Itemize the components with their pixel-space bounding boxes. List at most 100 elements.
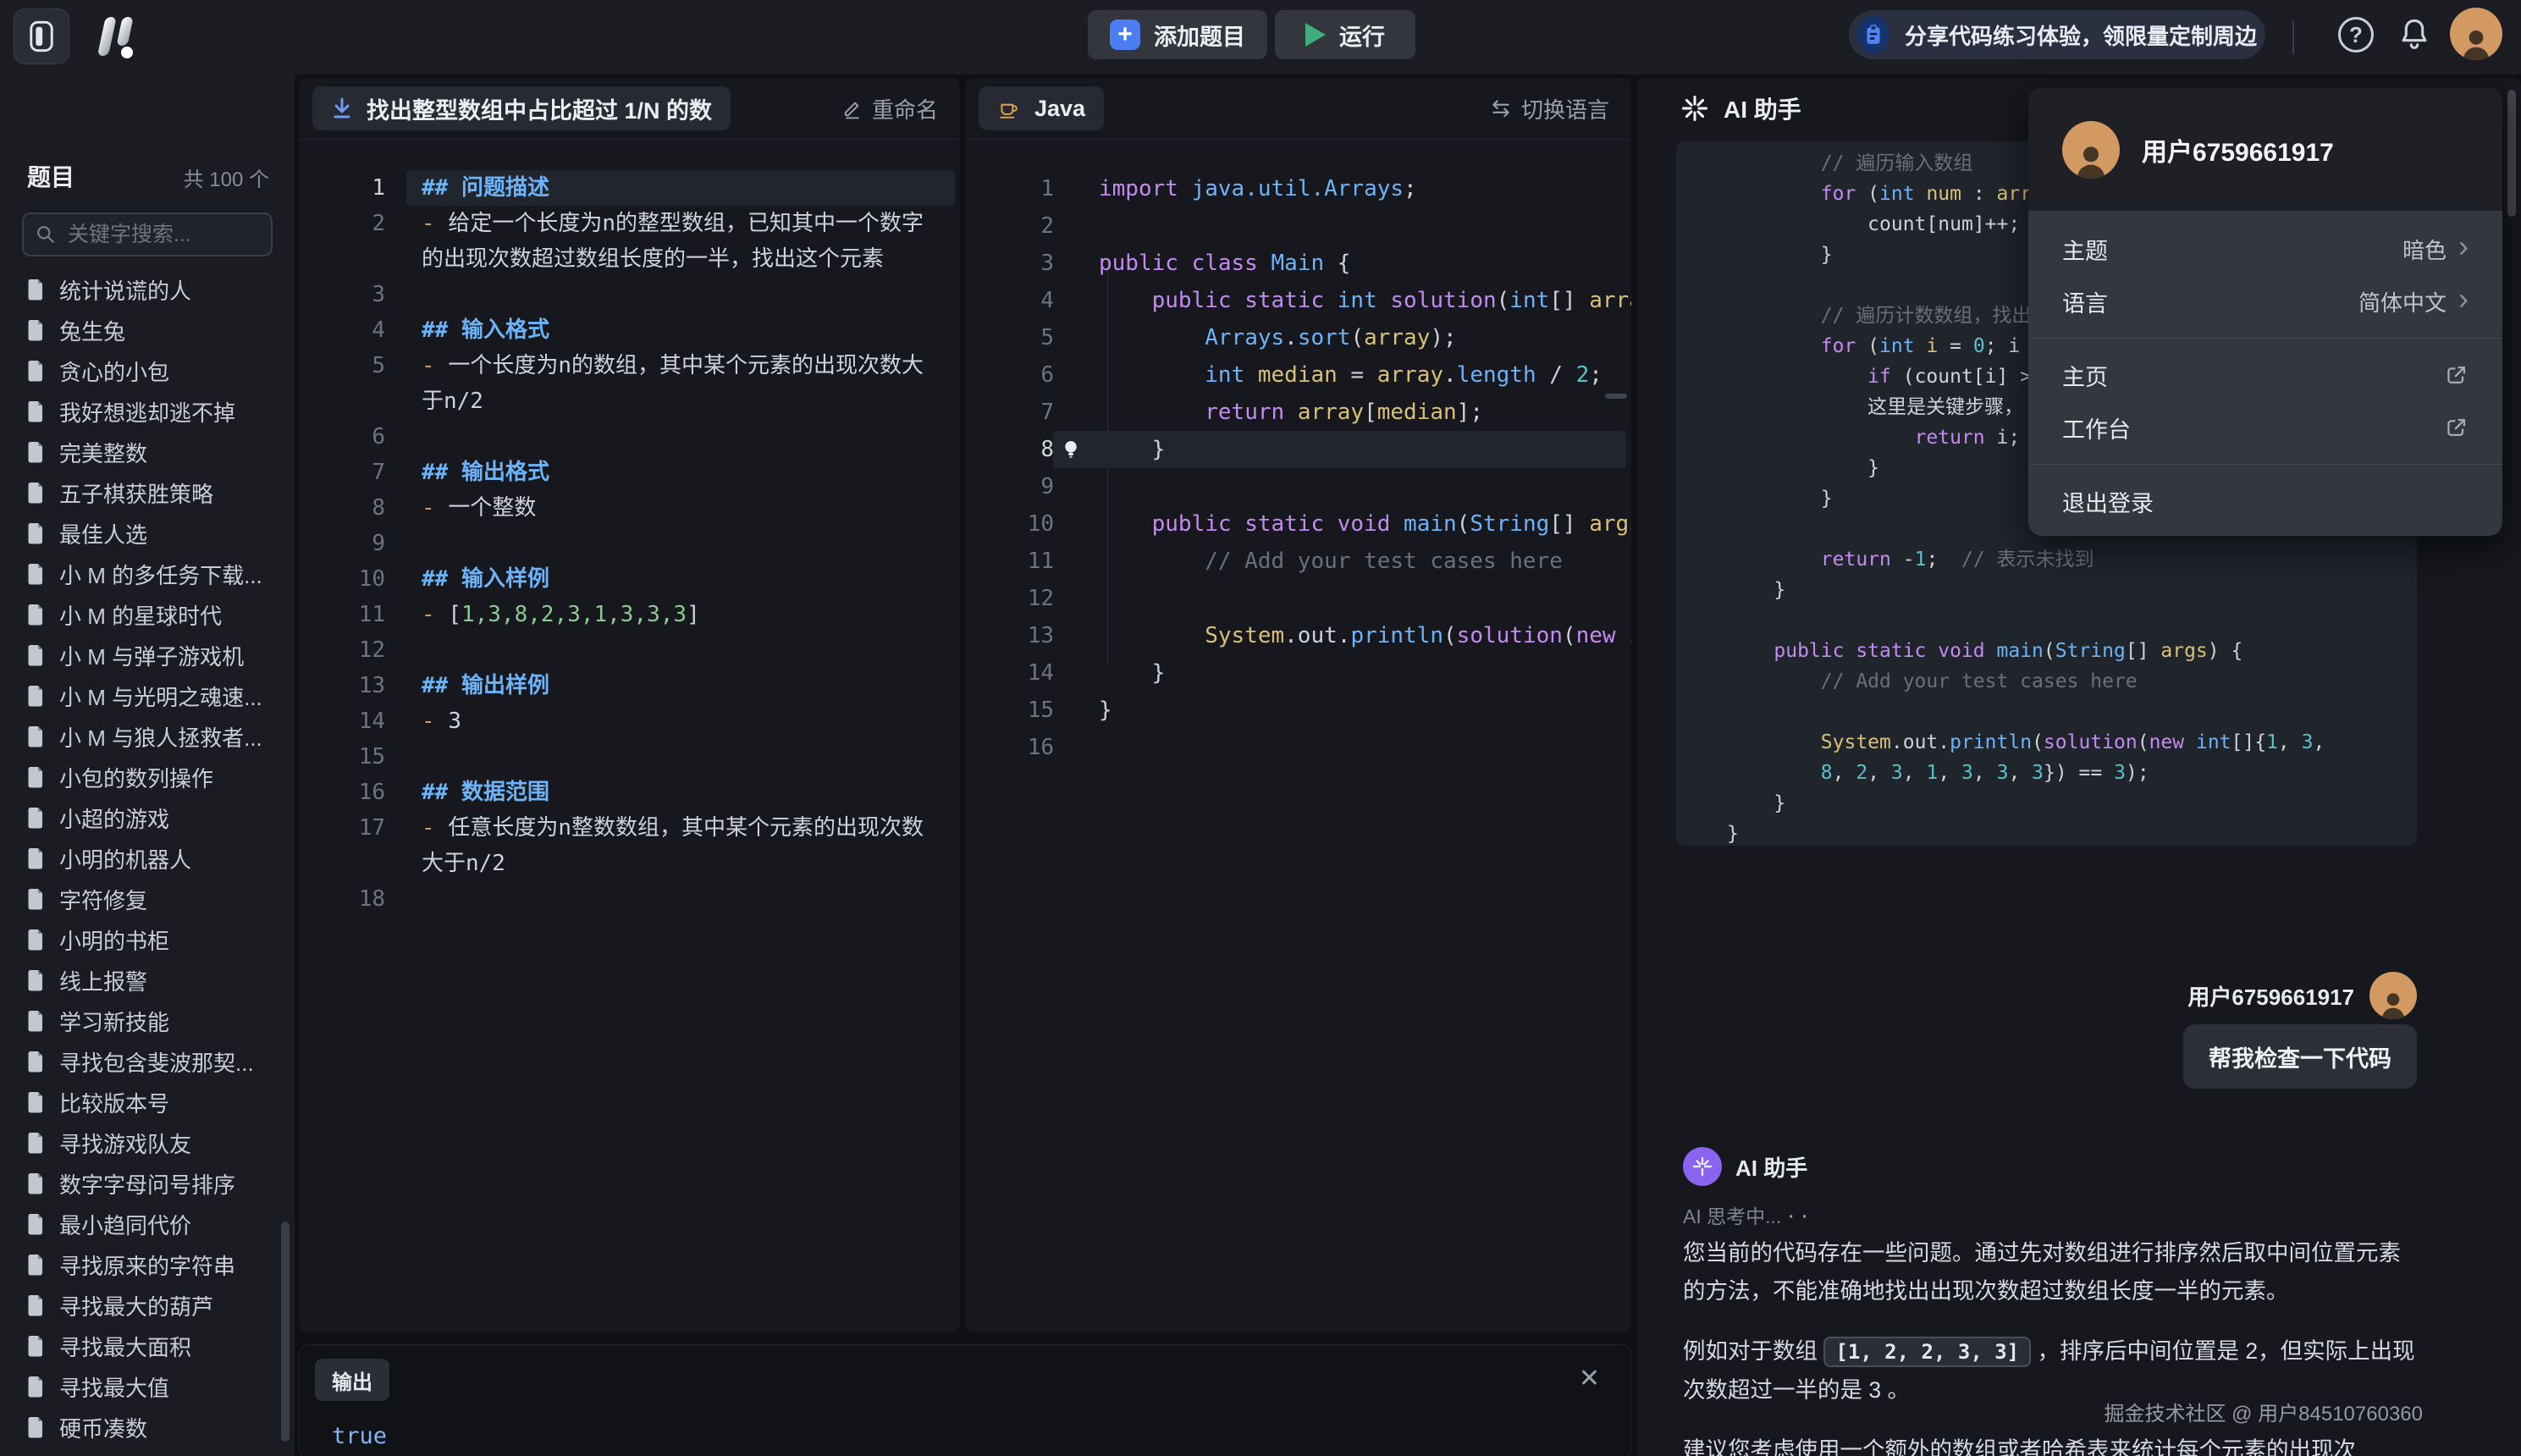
sidebar-item[interactable]: 小明的机器人: [0, 838, 295, 879]
lightbulb-icon[interactable]: [1060, 438, 1082, 461]
code-line[interactable]: 10 public static void main(String[] args…: [965, 505, 1631, 543]
sidebar-item[interactable]: 有点限制地走楼梯: [0, 1448, 295, 1456]
code-line[interactable]: 15}: [965, 692, 1631, 729]
sidebar-item[interactable]: 五子棋获胜策略: [0, 472, 295, 513]
markdown-line[interactable]: 6: [299, 419, 960, 455]
code-line[interactable]: 9: [965, 468, 1631, 505]
ai-code-line[interactable]: [1676, 605, 2417, 636]
ai-code-line[interactable]: public static void main(String[] args) {: [1676, 636, 2417, 666]
sidebar-item[interactable]: 小 M 的星球时代: [0, 594, 295, 635]
code-line[interactable]: 16: [965, 729, 1631, 766]
promo-banner[interactable]: 分享代码练习体验，领限量定制周边: [1849, 10, 2265, 59]
rename-button[interactable]: 重命名: [841, 78, 938, 139]
sidebar-item[interactable]: 寻找最大的葫芦: [0, 1285, 295, 1326]
markdown-editor[interactable]: 1## 问题描述2- 给定一个长度为n的整型数组，已知其中一个数字的出现次数超过…: [299, 140, 960, 1332]
markdown-line[interactable]: 4## 输入格式: [299, 312, 960, 348]
search-box[interactable]: [22, 212, 273, 256]
markdown-line[interactable]: 5- 一个长度为n的数组，其中某个元素的出现次数大: [299, 348, 960, 383]
sidebar-item[interactable]: 小超的游戏: [0, 797, 295, 838]
markdown-line[interactable]: 13## 输出样例: [299, 668, 960, 703]
markdown-line[interactable]: 17- 任意长度为n整数数组，其中某个元素的出现次数: [299, 810, 960, 846]
ai-code-line[interactable]: 8, 2, 3, 1, 3, 3, 3}) == 3);: [1676, 758, 2417, 788]
code-line[interactable]: 6 int median = array.length / 2;: [965, 356, 1631, 394]
sidebar-item[interactable]: 小 M 与弹子游戏机: [0, 635, 295, 676]
sidebar-item[interactable]: 寻找游戏队友: [0, 1122, 295, 1163]
sidebar-item[interactable]: 寻找原来的字符串: [0, 1244, 295, 1285]
close-icon[interactable]: ✕: [1579, 1364, 1600, 1393]
problem-title-pill[interactable]: 找出整型数组中占比超过 1/N 的数: [312, 86, 731, 130]
ai-code-line[interactable]: }: [1676, 819, 2417, 846]
menu-item-theme[interactable]: 主题 暗色›: [2028, 223, 2502, 275]
code-line[interactable]: 4 public static int solution(int[] array…: [965, 282, 1631, 319]
markdown-line[interactable]: 12: [299, 632, 960, 668]
sidebar-item[interactable]: 线上报警: [0, 960, 295, 1001]
sidebar-item[interactable]: 寻找最大面积: [0, 1326, 295, 1366]
ai-code-line[interactable]: [1676, 697, 2417, 727]
markdown-line[interactable]: 10## 输入样例: [299, 561, 960, 597]
ai-code-line[interactable]: }: [1676, 575, 2417, 605]
markdown-line[interactable]: 15: [299, 739, 960, 775]
sidebar-item[interactable]: 寻找最大值: [0, 1366, 295, 1407]
code-line[interactable]: 5 Arrays.sort(array);: [965, 319, 1631, 356]
sidebar-item[interactable]: 寻找包含斐波那契...: [0, 1041, 295, 1082]
sidebar-item[interactable]: 小 M 与狼人拯救者...: [0, 716, 295, 757]
markdown-line[interactable]: 18: [299, 881, 960, 917]
sidebar-item[interactable]: 字符修复: [0, 879, 295, 919]
sidebar-item[interactable]: 统计说谎的人: [0, 269, 295, 310]
markdown-line[interactable]: 1## 问题描述: [299, 170, 960, 206]
ai-code-line[interactable]: return -1; // 表示未找到: [1676, 544, 2417, 575]
switch-language-button[interactable]: 切换语言: [1489, 78, 1609, 139]
ai-panel-scrollbar[interactable]: [2507, 90, 2516, 217]
search-input[interactable]: [66, 222, 256, 248]
markdown-line[interactable]: 于n/2: [299, 383, 960, 419]
sidebar-item[interactable]: 小明的书柜: [0, 919, 295, 960]
code-line[interactable]: 8 }: [965, 431, 1631, 468]
sidebar-item[interactable]: 硬币凑数: [0, 1407, 295, 1448]
sidebar-item[interactable]: 最小趋同代价: [0, 1204, 295, 1244]
sidebar-item[interactable]: 比较版本号: [0, 1082, 295, 1122]
bell-icon[interactable]: [2396, 15, 2433, 52]
sidebar-item[interactable]: 学习新技能: [0, 1001, 295, 1041]
sidebar-scrollbar[interactable]: [281, 1222, 290, 1442]
menu-item-logout[interactable]: 退出登录: [2028, 475, 2502, 527]
sidebar-item[interactable]: 小 M 与光明之魂速...: [0, 676, 295, 716]
sidebar-item[interactable]: 最佳人选: [0, 513, 295, 554]
user-avatar[interactable]: [2450, 8, 2502, 60]
menu-item-language[interactable]: 语言 简体中文›: [2028, 275, 2502, 328]
sidebar-item[interactable]: 兔生兔: [0, 310, 295, 350]
code-line[interactable]: 14 }: [965, 654, 1631, 692]
markdown-line[interactable]: 7## 输出格式: [299, 455, 960, 490]
markdown-line[interactable]: 9: [299, 526, 960, 561]
sidebar-toggle-button[interactable]: [14, 8, 69, 64]
help-icon[interactable]: ?: [2338, 17, 2374, 52]
sidebar-item[interactable]: 贪心的小包: [0, 350, 295, 391]
sidebar-item[interactable]: 我好想逃却逃不掉: [0, 391, 295, 432]
java-editor[interactable]: 1import java.util.Arrays;23public class …: [965, 140, 1631, 1332]
app-logo[interactable]: [88, 12, 149, 63]
markdown-line[interactable]: 大于n/2: [299, 846, 960, 881]
sidebar-item[interactable]: 完美整数: [0, 432, 295, 472]
add-problem-button[interactable]: + 添加题目: [1088, 10, 1267, 59]
ai-code-line[interactable]: System.out.println(solution(new int[]{1,…: [1676, 727, 2417, 758]
run-button[interactable]: 运行: [1275, 10, 1415, 59]
code-line[interactable]: 3public class Main {: [965, 245, 1631, 282]
ai-code-line[interactable]: // Add your test cases here: [1676, 666, 2417, 697]
markdown-line[interactable]: 3: [299, 277, 960, 312]
menu-item-workbench[interactable]: 工作台: [2028, 401, 2502, 454]
code-line[interactable]: 1import java.util.Arrays;: [965, 170, 1631, 207]
markdown-line[interactable]: 2- 给定一个长度为n的整型数组，已知其中一个数字: [299, 206, 960, 241]
sidebar-item[interactable]: 数字字母问号排序: [0, 1163, 295, 1204]
markdown-line[interactable]: 11- [1,3,8,2,3,1,3,3,3]: [299, 597, 960, 632]
markdown-line[interactable]: 14- 3: [299, 703, 960, 739]
menu-item-home[interactable]: 主页: [2028, 349, 2502, 401]
output-tab[interactable]: 输出: [315, 1359, 389, 1401]
code-line[interactable]: 2: [965, 207, 1631, 245]
code-line[interactable]: 13 System.out.println(solution(new int[]…: [965, 617, 1631, 654]
sidebar-item[interactable]: 小 M 的多任务下载...: [0, 554, 295, 594]
markdown-line[interactable]: 8- 一个整数: [299, 490, 960, 526]
ai-code-line[interactable]: }: [1676, 788, 2417, 819]
code-line[interactable]: 7 return array[median];: [965, 394, 1631, 431]
language-tab-java[interactable]: Java: [979, 86, 1104, 130]
code-line[interactable]: 11 // Add your test cases here: [965, 543, 1631, 580]
code-line[interactable]: 12: [965, 580, 1631, 617]
